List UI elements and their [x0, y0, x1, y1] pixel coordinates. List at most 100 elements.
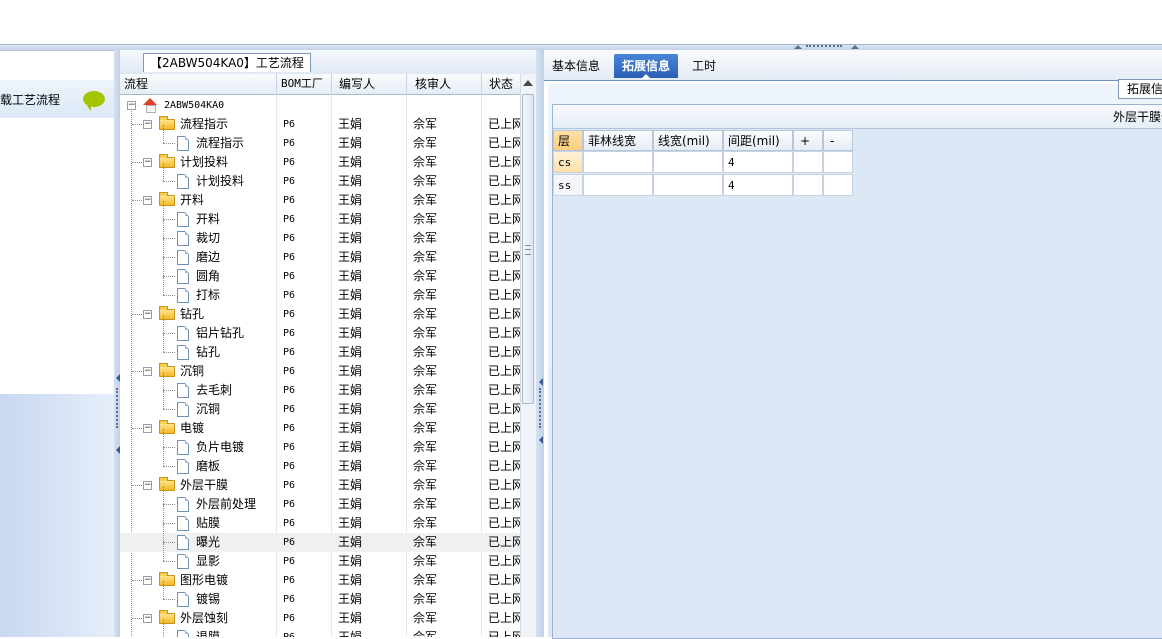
- tree-step-row[interactable]: 磨板 P6 王娟 佘军 已上网: [120, 448, 520, 476]
- column-header-reviewer[interactable]: 核审人: [407, 74, 482, 94]
- bom-factory-cell: P6: [283, 271, 296, 282]
- center-splitter[interactable]: [536, 50, 544, 637]
- tree-step-row[interactable]: 贴膜 P6 王娟 佘军 已上网: [120, 505, 520, 533]
- line-width-cell[interactable]: [653, 174, 723, 196]
- section-title: 外层干膜信息: [1113, 110, 1162, 124]
- column-header-process[interactable]: 流程: [120, 74, 277, 94]
- tree-group-row[interactable]: − 外层蚀刻 P6 王娟 佘军 已上网: [120, 609, 520, 628]
- film-line-width-cell[interactable]: [583, 174, 653, 196]
- line-width-cell[interactable]: [653, 151, 723, 173]
- collapse-up-arrow-icon[interactable]: [794, 45, 802, 49]
- collapse-left-arrow-icon[interactable]: [539, 378, 543, 386]
- remove-cell[interactable]: [823, 174, 853, 196]
- spacing-cell[interactable]: 4: [723, 174, 793, 196]
- collapse-toggle-icon[interactable]: −: [143, 614, 152, 623]
- tree-step-row[interactable]: 负片电镀 P6 王娟 佘军 已上网: [120, 429, 520, 457]
- tree-step-row[interactable]: 镀锡 P6 王娟 佘军 已上网: [120, 581, 520, 609]
- reviewer-cell: 佘军: [413, 402, 438, 416]
- writer-cell: 王娟: [338, 231, 363, 245]
- document-icon: [177, 516, 189, 531]
- column-header-film-line-width: 菲林线宽: [583, 130, 653, 151]
- tree-step-row[interactable]: 铝片钻孔 P6 王娟 佘军 已上网: [120, 315, 520, 343]
- collapse-toggle-icon[interactable]: −: [143, 576, 152, 585]
- tree-step-row[interactable]: 计划投料 P6 王娟 佘军 已上网: [120, 163, 520, 191]
- collapse-toggle-icon[interactable]: −: [143, 481, 152, 490]
- add-cell[interactable]: [793, 151, 823, 173]
- tab-basic-info[interactable]: 基本信息: [544, 54, 608, 78]
- writer-cell: 王娟: [338, 326, 363, 340]
- left-nav-panel: [0, 72, 115, 394]
- tree-group-row[interactable]: − 沉铜 P6 王娟 佘军 已上网: [120, 362, 520, 381]
- film-line-width-cell[interactable]: [583, 151, 653, 173]
- collapse-toggle-icon[interactable]: −: [143, 367, 152, 376]
- tree-group-row[interactable]: − 外层干膜 P6 王娟 佘军 已上网: [120, 476, 520, 495]
- status-cell: 已上网: [488, 345, 520, 359]
- column-header-layer: 层: [553, 130, 583, 151]
- tree-guide-line: [163, 486, 164, 504]
- collapse-toggle-icon[interactable]: −: [143, 310, 152, 319]
- bom-factory-cell: P6: [283, 233, 296, 244]
- tree-step-row[interactable]: 打标 P6 王娟 佘军 已上网: [120, 277, 520, 305]
- column-header-status[interactable]: 状态: [482, 74, 520, 94]
- reviewer-cell: 佘军: [413, 611, 438, 625]
- home-icon: [143, 98, 157, 113]
- tab-extended-info[interactable]: 拓展信息: [614, 54, 679, 79]
- scroll-up-arrow-icon[interactable]: [523, 80, 533, 86]
- collapse-up-arrow-icon[interactable]: [851, 45, 859, 49]
- column-header-remove[interactable]: -: [823, 130, 853, 151]
- tree-step-row[interactable]: 曝光 P6 王娟 佘军 已上网: [120, 524, 520, 552]
- tree-guide-line: [163, 220, 164, 238]
- subtab-extended-info[interactable]: 拓展信息: [1118, 79, 1162, 99]
- status-cell: 已上网: [488, 212, 520, 226]
- tree-group-row[interactable]: − 图形电镀 P6 王娟 佘军 已上网: [120, 571, 520, 590]
- tree-guide-line: [163, 333, 175, 334]
- column-header-bom-factory[interactable]: BOM工厂: [277, 74, 332, 94]
- tree-step-row[interactable]: 沉铜 P6 王娟 佘军 已上网: [120, 391, 520, 419]
- chat-bubble-icon[interactable]: [83, 91, 105, 111]
- collapse-toggle-icon[interactable]: −: [143, 424, 152, 433]
- tree-step-row[interactable]: 开料 P6 王娟 佘军 已上网: [120, 201, 520, 229]
- collapse-toggle-icon[interactable]: −: [143, 158, 152, 167]
- splitter-grip-icon[interactable]: [539, 388, 543, 428]
- tab-work-hours[interactable]: 工时: [684, 54, 724, 78]
- tree-step-row[interactable]: 退膜 P6 王娟 佘军 已上网: [120, 619, 520, 637]
- bom-factory-cell: P6: [283, 461, 296, 472]
- tree-group-row[interactable]: − 电镀 P6 王娟 佘军 已上网: [120, 419, 520, 438]
- tree-group-row[interactable]: − 钻孔 P6 王娟 佘军 已上网: [120, 305, 520, 324]
- tree-step-row[interactable]: 磨边 P6 王娟 佘军 已上网: [120, 239, 520, 267]
- collapse-toggle-icon[interactable]: −: [143, 196, 152, 205]
- tree-group-row[interactable]: − 计划投料 P6 王娟 佘军 已上网: [120, 153, 520, 172]
- writer-cell: 王娟: [338, 288, 363, 302]
- document-icon: [177, 459, 189, 474]
- add-cell[interactable]: [793, 174, 823, 196]
- tree-step-row[interactable]: 裁切 P6 王娟 佘军 已上网: [120, 220, 520, 248]
- tree-step-row[interactable]: 去毛刺 P6 王娟 佘军 已上网: [120, 372, 520, 400]
- tree-step-row[interactable]: 圆角 P6 王娟 佘军 已上网: [120, 258, 520, 286]
- column-header-add[interactable]: +: [793, 130, 823, 151]
- status-cell: 已上网: [488, 497, 520, 511]
- status-cell: 已上网: [488, 193, 520, 207]
- tree-step-row[interactable]: 显影 P6 王娟 佘军 已上网: [120, 543, 520, 571]
- spacing-cell[interactable]: 4: [723, 151, 793, 173]
- tree-guide-line: [163, 581, 164, 599]
- tree-group-row[interactable]: − 开料 P6 王娟 佘军 已上网: [120, 191, 520, 210]
- remove-cell[interactable]: [823, 151, 853, 173]
- tree-step-row[interactable]: 钻孔 P6 王娟 佘军 已上网: [120, 334, 520, 362]
- tree-group-row[interactable]: − 流程指示 P6 王娟 佘军 已上网: [120, 115, 520, 134]
- tree-root-row[interactable]: − 2ABW504KA0: [120, 96, 520, 115]
- collapse-left-arrow-icon[interactable]: [539, 436, 543, 444]
- tree-guide-line: [163, 238, 175, 239]
- folder-icon: [159, 477, 175, 491]
- left-panel-background: [0, 394, 115, 637]
- document-icon: [177, 535, 189, 550]
- reviewer-cell: 佘军: [413, 212, 438, 226]
- column-header-line-width: 线宽(mil): [653, 130, 723, 151]
- tree-step-row[interactable]: 外层前处理 P6 王娟 佘军 已上网: [120, 486, 520, 514]
- writer-cell: 王娟: [338, 174, 363, 188]
- bom-factory-cell: P6: [283, 138, 296, 149]
- status-cell: 已上网: [488, 630, 520, 637]
- column-header-writer[interactable]: 编写人: [332, 74, 407, 94]
- document-icon: [177, 345, 189, 360]
- tree-step-row[interactable]: 流程指示 P6 王娟 佘军 已上网: [120, 125, 520, 153]
- collapse-toggle-icon[interactable]: −: [143, 120, 152, 129]
